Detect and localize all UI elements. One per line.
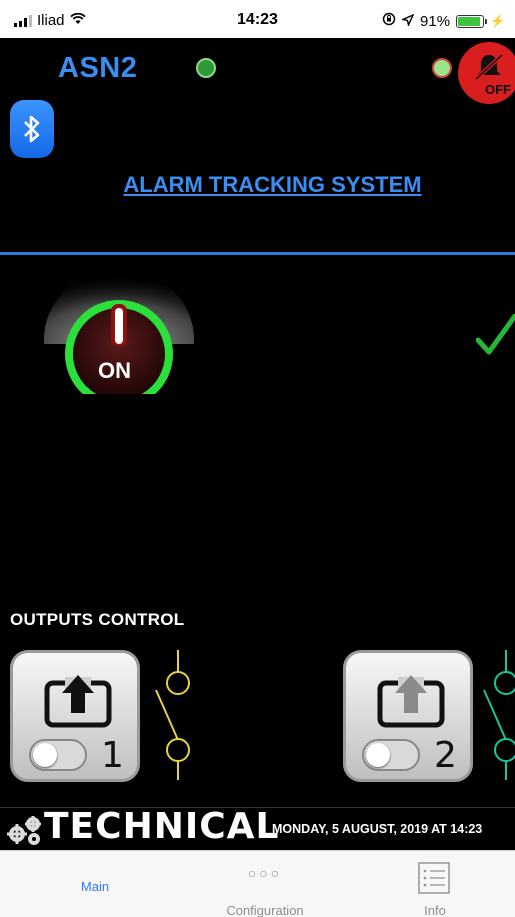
bluetooth-icon	[24, 115, 40, 143]
status-bar: Iliad 14:23 91% ⚡	[0, 0, 515, 38]
output-1-toggle[interactable]	[29, 739, 87, 771]
gears-icon	[7, 816, 41, 845]
bell-muted-icon	[474, 53, 504, 81]
check-icon	[475, 313, 515, 361]
power-button[interactable]: ON	[42, 264, 196, 408]
header-divider	[0, 252, 515, 255]
output-1-number: 1	[101, 735, 124, 776]
charging-icon: ⚡	[490, 14, 505, 28]
alarm-off-label: OFF	[485, 82, 511, 97]
orientation-lock-icon	[382, 12, 396, 30]
upload-arrow-icon	[44, 675, 112, 728]
connection-status-indicator	[196, 58, 216, 78]
alarm-status-indicator	[432, 58, 452, 78]
upload-arrow-icon	[377, 675, 445, 728]
alarm-mute-button[interactable]: OFF	[458, 42, 515, 104]
main-screen: ASN2 OFF ALARM TRACKING SYSTEM ON OUTPUT…	[0, 38, 515, 850]
page-title: ALARM TRACKING SYSTEM	[123, 172, 422, 197]
power-state-label: ON	[98, 358, 131, 383]
brand-banner: TECHNICAL MONDAY, 5 AUGUST, 2019 AT 14:2…	[0, 806, 515, 850]
output-2-switch-icon	[483, 650, 515, 780]
list-icon	[418, 862, 450, 894]
tab-configuration[interactable]: ○○○ Configuration	[200, 851, 330, 917]
tab-info-label: Info	[424, 903, 446, 917]
output-2-number: 2	[434, 735, 457, 776]
bluetooth-button[interactable]	[10, 100, 54, 158]
output-2-toggle[interactable]	[362, 739, 420, 771]
tab-main[interactable]: Main	[40, 851, 150, 917]
tab-bar: Main ○○○ Configuration Info	[0, 850, 515, 917]
brand-logo-text: TECHNICAL	[44, 806, 280, 847]
dots-icon: ○○○	[247, 865, 283, 881]
current-datetime: MONDAY, 5 AUGUST, 2019 AT 14:23	[272, 822, 483, 836]
device-name: ASN2	[58, 52, 138, 84]
tab-main-label: Main	[80, 879, 110, 894]
tab-configuration-label: Configuration	[226, 903, 304, 917]
battery-icon	[456, 14, 488, 28]
output-1-button[interactable]: 1	[10, 650, 140, 782]
location-icon	[400, 13, 415, 30]
tab-info[interactable]: Info	[400, 851, 470, 917]
battery-percent: 91%	[420, 12, 451, 30]
status-right: 91% ⚡	[382, 12, 505, 30]
output-1-switch-icon	[155, 650, 190, 780]
outputs-control-heading: OUTPUTS CONTROL	[10, 610, 185, 629]
output-2-button[interactable]: 2	[343, 650, 473, 782]
